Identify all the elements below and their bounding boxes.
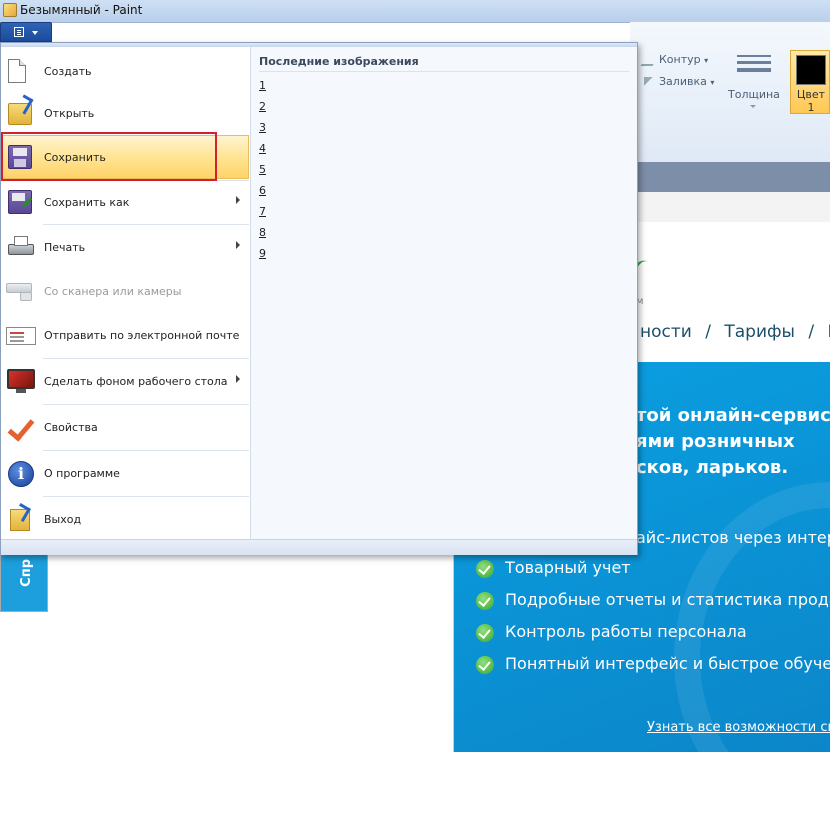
scanner-camera-icon bbox=[6, 279, 36, 303]
site-nav: ности / Тарифы / По bbox=[640, 322, 830, 342]
recent-item-5[interactable]: 5 bbox=[259, 163, 266, 176]
info-icon: i bbox=[8, 461, 34, 487]
check-icon bbox=[476, 559, 494, 578]
recent-item-7[interactable]: 7 bbox=[259, 205, 266, 218]
menu-item-email[interactable]: Отправить по электронной почте bbox=[3, 315, 249, 357]
outline-label: Контур bbox=[659, 53, 701, 66]
menu-item-print[interactable]: Печать bbox=[3, 227, 249, 269]
nav-item-tariffs[interactable]: Тарифы bbox=[724, 322, 795, 342]
thickness-label[interactable]: Толщина bbox=[728, 88, 780, 101]
menu-item-save-as[interactable]: Сохранить как bbox=[3, 183, 249, 223]
fill-caret-icon: ▾ bbox=[710, 78, 715, 87]
fill-icon bbox=[644, 77, 656, 87]
recent-item-1[interactable]: 1 bbox=[259, 79, 266, 92]
fill-button[interactable]: Заливка ▾ bbox=[644, 75, 714, 88]
feature-item: Понятный интерфейс и быстрое обучен bbox=[476, 654, 830, 676]
title-bar: Безымянный - Paint bbox=[0, 0, 830, 23]
promo-headline: той онлайн-сервис ями розничных сков, ла… bbox=[636, 405, 830, 478]
recent-item-3[interactable]: 3 bbox=[259, 121, 266, 134]
nav-separator: / bbox=[705, 322, 711, 342]
recent-item-4[interactable]: 4 bbox=[259, 142, 266, 155]
recent-pictures-title: Последние изображения bbox=[259, 55, 419, 68]
submenu-arrow-icon bbox=[236, 375, 240, 383]
color1-label: Цвет 1 bbox=[796, 88, 826, 114]
check-icon bbox=[476, 623, 494, 642]
paint-app-icon bbox=[3, 3, 17, 17]
printer-icon bbox=[6, 236, 36, 258]
highlight-annotation bbox=[1, 132, 217, 181]
chevron-down-icon bbox=[32, 31, 38, 35]
thickness-caret-icon bbox=[750, 105, 756, 108]
menu-item-new[interactable]: Создать bbox=[3, 51, 249, 91]
color1-button[interactable]: Цвет 1 bbox=[790, 50, 830, 114]
app-menu-commands: Создать Открыть Сохранить Сохранить как … bbox=[1, 47, 251, 539]
document-icon bbox=[14, 27, 24, 37]
outline-icon bbox=[640, 54, 660, 66]
email-icon bbox=[6, 327, 36, 345]
exit-icon bbox=[8, 505, 32, 531]
address-strip bbox=[630, 192, 830, 223]
feature-item: Контроль работы персонала bbox=[476, 622, 747, 644]
fill-label: Заливка bbox=[659, 75, 707, 88]
recent-pictures-panel: Последние изображения 1 2 3 4 5 6 7 8 9 bbox=[251, 47, 637, 539]
submenu-arrow-icon bbox=[236, 196, 240, 204]
check-icon bbox=[476, 655, 494, 674]
thickness-icon[interactable] bbox=[737, 55, 771, 77]
open-folder-icon bbox=[8, 103, 32, 125]
feature-item: Товарный учет bbox=[476, 558, 631, 580]
check-icon bbox=[476, 591, 494, 610]
promo-text-fragment: айс-листов через интер bbox=[636, 528, 830, 547]
learn-more-link[interactable]: Узнать все возможности сист bbox=[647, 720, 830, 735]
recent-item-8[interactable]: 8 bbox=[259, 226, 266, 239]
new-document-icon bbox=[8, 59, 26, 83]
recent-item-9[interactable]: 9 bbox=[259, 247, 266, 260]
feature-item: Подробные отчеты и статистика прода bbox=[476, 590, 830, 612]
divider bbox=[453, 552, 454, 752]
outline-caret-icon: ▾ bbox=[704, 56, 709, 65]
menu-item-open[interactable]: Открыть bbox=[3, 93, 249, 133]
window-title: Безымянный - Paint bbox=[20, 3, 143, 17]
save-as-icon bbox=[8, 190, 32, 214]
recent-item-2[interactable]: 2 bbox=[259, 100, 266, 113]
menu-item-exit[interactable]: Выход bbox=[3, 499, 249, 539]
menu-item-scanner: Со сканера или камеры bbox=[3, 271, 249, 313]
app-menu-button[interactable] bbox=[0, 22, 52, 42]
menu-item-properties[interactable]: Свойства bbox=[3, 407, 249, 449]
properties-checkmark-icon bbox=[5, 415, 33, 441]
side-tab[interactable]: Спр bbox=[0, 552, 48, 612]
menu-item-set-wallpaper[interactable]: Сделать фоном рабочего стола bbox=[3, 361, 249, 403]
app-menu: Создать Открыть Сохранить Сохранить как … bbox=[0, 42, 638, 555]
submenu-arrow-icon bbox=[236, 241, 240, 249]
nav-item[interactable]: ности bbox=[640, 322, 692, 342]
recent-item-6[interactable]: 6 bbox=[259, 184, 266, 197]
toolbar-strip bbox=[630, 162, 830, 192]
menu-item-about[interactable]: i О программе bbox=[3, 453, 249, 495]
color1-swatch bbox=[796, 55, 826, 85]
nav-separator: / bbox=[808, 322, 815, 342]
outline-button[interactable]: Контур ▾ bbox=[640, 53, 709, 66]
desktop-background-icon bbox=[7, 369, 37, 395]
